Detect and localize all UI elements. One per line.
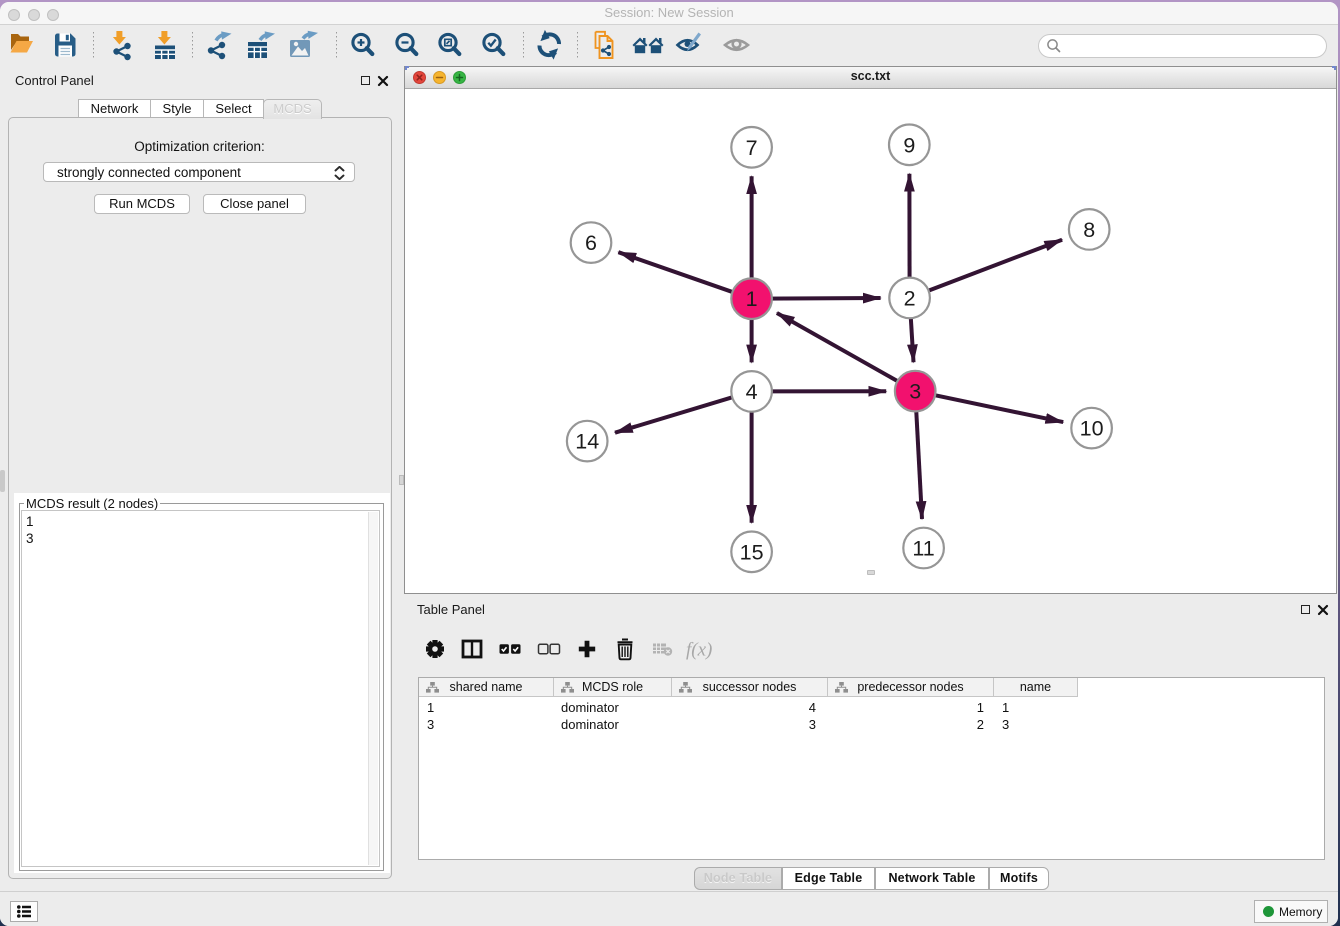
svg-text:2: 2 bbox=[904, 286, 916, 310]
svg-text:9: 9 bbox=[903, 133, 915, 157]
svg-text:4: 4 bbox=[746, 380, 758, 404]
svg-text:6: 6 bbox=[585, 231, 597, 255]
svg-text:3: 3 bbox=[909, 380, 921, 404]
svg-text:7: 7 bbox=[746, 136, 758, 160]
svg-text:10: 10 bbox=[1080, 417, 1104, 441]
svg-text:11: 11 bbox=[912, 537, 934, 561]
svg-text:15: 15 bbox=[740, 540, 764, 564]
svg-text:1: 1 bbox=[746, 287, 758, 311]
svg-text:f(x): f(x) bbox=[686, 640, 712, 661]
svg-text:8: 8 bbox=[1083, 218, 1095, 242]
svg-text:14: 14 bbox=[575, 430, 599, 454]
